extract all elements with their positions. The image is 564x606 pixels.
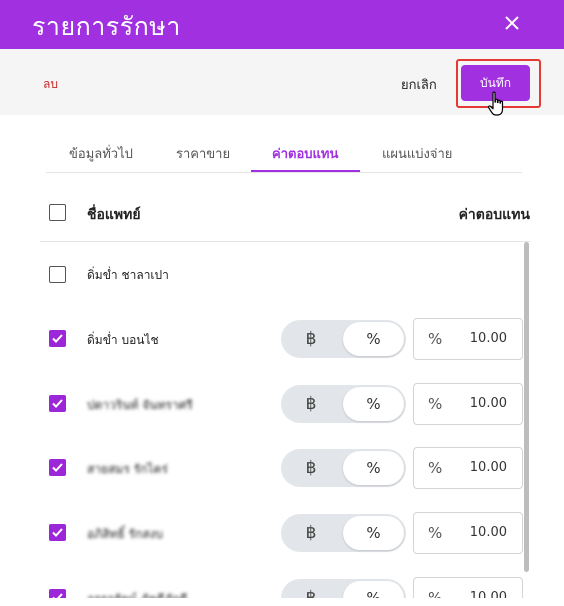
unit-toggle: ฿ % [281,385,406,423]
scrollbar[interactable] [524,242,529,572]
percent-option[interactable]: % [343,451,404,485]
tab-general[interactable]: ข้อมูลทั่วไป [69,143,133,164]
commission-input[interactable]: % 10.00 [413,318,523,360]
row-checkbox[interactable] [49,459,66,476]
doctor-name: สายสมร รักไคร่ [87,462,168,476]
close-icon[interactable] [499,10,525,36]
unit-toggle: ฿ % [281,449,406,487]
save-button[interactable]: บันทึก [461,65,530,101]
percent-option[interactable]: % [343,322,404,356]
row-checkbox[interactable] [49,524,66,541]
commission-input[interactable]: % 10.00 [413,447,523,489]
unit-toggle: ฿ % [281,320,406,358]
percent-unit: % [428,524,443,542]
active-tab-indicator [251,170,360,172]
row-checkbox[interactable] [49,395,66,412]
doctor-name: อภิสิทธิ์ รักสงบ [87,527,164,541]
baht-option[interactable]: ฿ [281,385,341,423]
commission-value: 10.00 [469,331,507,346]
column-doctor-name: ชื่อแพทย์ [87,207,141,223]
percent-unit: % [428,330,443,348]
action-bar: ลบ ยกเลิก บันทึก [0,49,564,116]
baht-option[interactable]: ฿ [281,320,341,358]
select-all-checkbox[interactable] [49,204,66,221]
doctor-name: ดิ่มข่ำ บอนไช [87,333,159,347]
check-icon [52,528,63,537]
check-icon [52,334,63,343]
percent-option[interactable]: % [343,516,404,550]
commission-input[interactable]: % 10.00 [413,512,523,554]
bottom-edge [0,598,564,606]
cancel-button[interactable]: ยกเลิก [401,74,437,95]
check-icon [52,463,63,472]
tab-price[interactable]: ราคาขาย [176,143,230,164]
baht-option[interactable]: ฿ [281,514,341,552]
column-commission: ค่าตอบแทน [458,207,530,223]
tab-bar: ข้อมูลทั่วไป ราคาขาย ค่าตอบแทน แผนแบ่งจ่… [46,133,522,173]
doctor-name: ดิ่มข่ำ ชาลาเปา [87,268,169,282]
commission-value: 10.00 [469,525,507,540]
commission-input[interactable]: % 10.00 [413,383,523,425]
tab-installment[interactable]: แผนแบ่งจ่าย [382,143,452,164]
doctor-name: ปดาวรินท์ จันทราศรี [87,398,193,412]
unit-toggle: ฿ % [281,514,406,552]
dialog-title: รายการรักษา [32,12,181,41]
baht-option[interactable]: ฿ [281,449,341,487]
table-header: ชื่อแพทย์ ค่าตอบแทน [40,188,530,242]
percent-unit: % [428,395,443,413]
percent-unit: % [428,459,443,477]
commission-value: 10.00 [469,396,507,411]
row-checkbox[interactable] [49,330,66,347]
commission-value: 10.00 [469,460,507,475]
check-icon [52,399,63,408]
delete-button[interactable]: ลบ [43,75,58,94]
row-checkbox[interactable] [49,266,66,283]
dialog-header: รายการรักษา [0,0,564,49]
tab-commission[interactable]: ค่าตอบแทน [272,143,338,164]
percent-option[interactable]: % [343,387,404,421]
